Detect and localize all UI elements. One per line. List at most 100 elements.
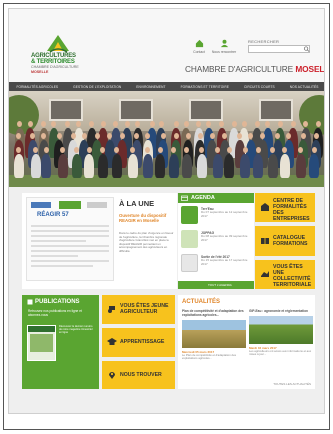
person-figure (309, 154, 320, 178)
person-head (160, 133, 166, 139)
person-head (124, 121, 130, 127)
nav-item-actualites[interactable]: Nos actualités (290, 85, 319, 89)
person-head (70, 133, 76, 139)
person-head (41, 121, 47, 127)
person-figure (142, 154, 153, 178)
person-figure (212, 154, 223, 178)
map-pin-icon (109, 372, 115, 379)
chamber-text: CHAMBRE D'AGRICULTURE (185, 64, 294, 74)
graduation-icon (107, 338, 117, 345)
jeune-agriculteur-button[interactable]: VOUS ÊTES JEUNE AGRICULTEUR (102, 295, 175, 324)
news-item[interactable]: Plan de compétitivité et d'adaptation de… (182, 309, 246, 361)
actualites-panel: ACTUALITÉS Plan de compétitivité et d'ad… (178, 295, 315, 389)
person-figure (240, 154, 251, 178)
apprentissage-button[interactable]: APPRENTISSAGE (102, 328, 175, 357)
person-head (119, 133, 125, 139)
person-figure (196, 154, 207, 178)
person-head (157, 147, 163, 153)
news-desc: Le Plan de compétitivité et d'adaptation… (182, 353, 237, 361)
agenda-more-link[interactable]: TOUT L'AGENDA (178, 281, 254, 289)
person-figure (57, 154, 68, 178)
agenda-item-date: Du 15 septembre au 17 septembre 2017 (201, 258, 248, 266)
agenda-title: AGENDA (191, 195, 215, 201)
person-head (300, 133, 306, 139)
reagir-thumbnail[interactable]: RÉAGIR 57 (26, 197, 114, 281)
a-la-une-panel[interactable]: RÉAGIR 57 À LA UNE Ouverture du disposit… (22, 193, 177, 289)
magazine-cover[interactable] (27, 325, 56, 361)
person-head (86, 147, 92, 153)
person-head (226, 147, 232, 153)
news-heading: GIP-Eau : agronomie et réglementation (249, 309, 308, 313)
person-head (149, 121, 155, 127)
nav-item-environnement[interactable]: Environnement (136, 85, 165, 89)
person-head (290, 121, 296, 127)
hero-window (49, 99, 83, 121)
person-head (94, 133, 100, 139)
jeune-agriculteur-label: VOUS ÊTES JEUNE AGRICULTEUR (120, 303, 169, 315)
nous-trouver-label: NOUS TROUVER (120, 372, 162, 378)
person-head (16, 133, 22, 139)
person-head (173, 121, 179, 127)
formalites-button[interactable]: CENTRE DE FORMALITÉS DES ENTREPRISES (255, 193, 315, 222)
page-frame: AGRICULTURES & TERRITOIRES CHAMBRE D'AGR… (3, 3, 330, 430)
building-icon (261, 203, 269, 211)
person-figure (224, 154, 235, 178)
publications-text: Retrouvez nos publications en ligne et a… (28, 309, 82, 317)
nav-item-circuits[interactable]: Circuits courts (244, 85, 275, 89)
partner-logo (59, 201, 81, 209)
news-desc: Les agriculteurs ont accès aux informati… (249, 349, 312, 357)
collectivite-label: VOUS ÊTES UNE COLLECTIVITÉ TERRITORIALE (273, 264, 312, 288)
person-figure (97, 154, 108, 178)
person-figure (71, 154, 82, 178)
meet-link[interactable]: Nous rencontrer (209, 39, 239, 57)
all-news-link[interactable]: TOUTES LES ACTUALITÉS (273, 382, 311, 386)
news-item[interactable]: GIP-Eau : agronomie et réglementation Ma… (249, 309, 313, 357)
reagir-text-block (31, 222, 109, 278)
magazine-text: Découvrez le dernier numéro de notre mag… (59, 325, 93, 335)
person-head (158, 121, 164, 127)
site-logo[interactable]: AGRICULTURES & TERRITOIRES CHAMBRE D'AGR… (31, 33, 91, 75)
agenda-item-date: Du 07 septembre au 12 septembre 2017 (201, 210, 248, 218)
person-figure (155, 154, 166, 178)
agenda-item[interactable]: JOPPAG Du 08 septembre au 09 septembre 2… (181, 230, 253, 252)
agenda-item[interactable]: Terr'Eau Du 07 septembre au 12 septembre… (181, 206, 253, 228)
search-input[interactable] (248, 45, 310, 53)
person-head (185, 133, 191, 139)
agenda-item[interactable]: Sortie de l'été 2017 Du 15 septembre au … (181, 254, 253, 276)
site-header: AGRICULTURES & TERRITOIRES CHAMBRE D'AGR… (9, 9, 325, 82)
reagir-title: RÉAGIR 57 (37, 212, 69, 218)
person-head (231, 121, 237, 127)
nav-item-gestion[interactable]: Gestion de l'exploitation (73, 85, 121, 89)
collectivite-button[interactable]: VOUS ÊTES UNE COLLECTIVITÉ TERRITORIALE (255, 260, 315, 289)
hero-window (259, 99, 293, 121)
tractor-icon (108, 306, 115, 313)
agenda-panel: AGENDA Terr'Eau Du 07 septembre au 12 se… (178, 193, 254, 289)
person-head (313, 133, 319, 139)
person-head (43, 147, 49, 153)
agenda-item-image (181, 230, 198, 248)
logo-icon (47, 35, 69, 53)
partner-logo (87, 202, 107, 208)
search-label: RECHERCHER (248, 39, 280, 44)
hero-ground (9, 175, 324, 187)
search-icon[interactable] (303, 45, 310, 53)
catalogue-button[interactable]: CATALOGUE FORMATIONS (255, 226, 315, 256)
nous-trouver-button[interactable]: NOUS TROUVER (102, 361, 175, 389)
apprentissage-label: APPRENTISSAGE (120, 339, 165, 345)
a-la-une-subtitle[interactable]: Ouverture du dispositif REAGIR en Mosell… (119, 213, 175, 223)
person-figure (111, 154, 122, 178)
agenda-item-image (181, 254, 198, 272)
person-head (56, 133, 62, 139)
publications-panel[interactable]: PUBLICATIONS Retrouvez nos publications … (22, 295, 99, 389)
agenda-more-label: TOUT L'AGENDA (208, 283, 232, 287)
chamber-region: MOSELLE (295, 64, 325, 74)
actualites-title: ACTUALITÉS (182, 299, 220, 305)
nav-item-formalites[interactable]: Formalités agricoles (16, 85, 58, 89)
a-la-une-text: Dans le cadre du plan d'urgence en faveu… (119, 231, 174, 253)
person-head (130, 147, 135, 153)
person-head (197, 133, 203, 139)
nav-item-formations[interactable]: Formations et territoire (181, 85, 229, 89)
hand-icon (261, 271, 269, 277)
person-head (100, 121, 106, 127)
person-figure (84, 154, 95, 178)
